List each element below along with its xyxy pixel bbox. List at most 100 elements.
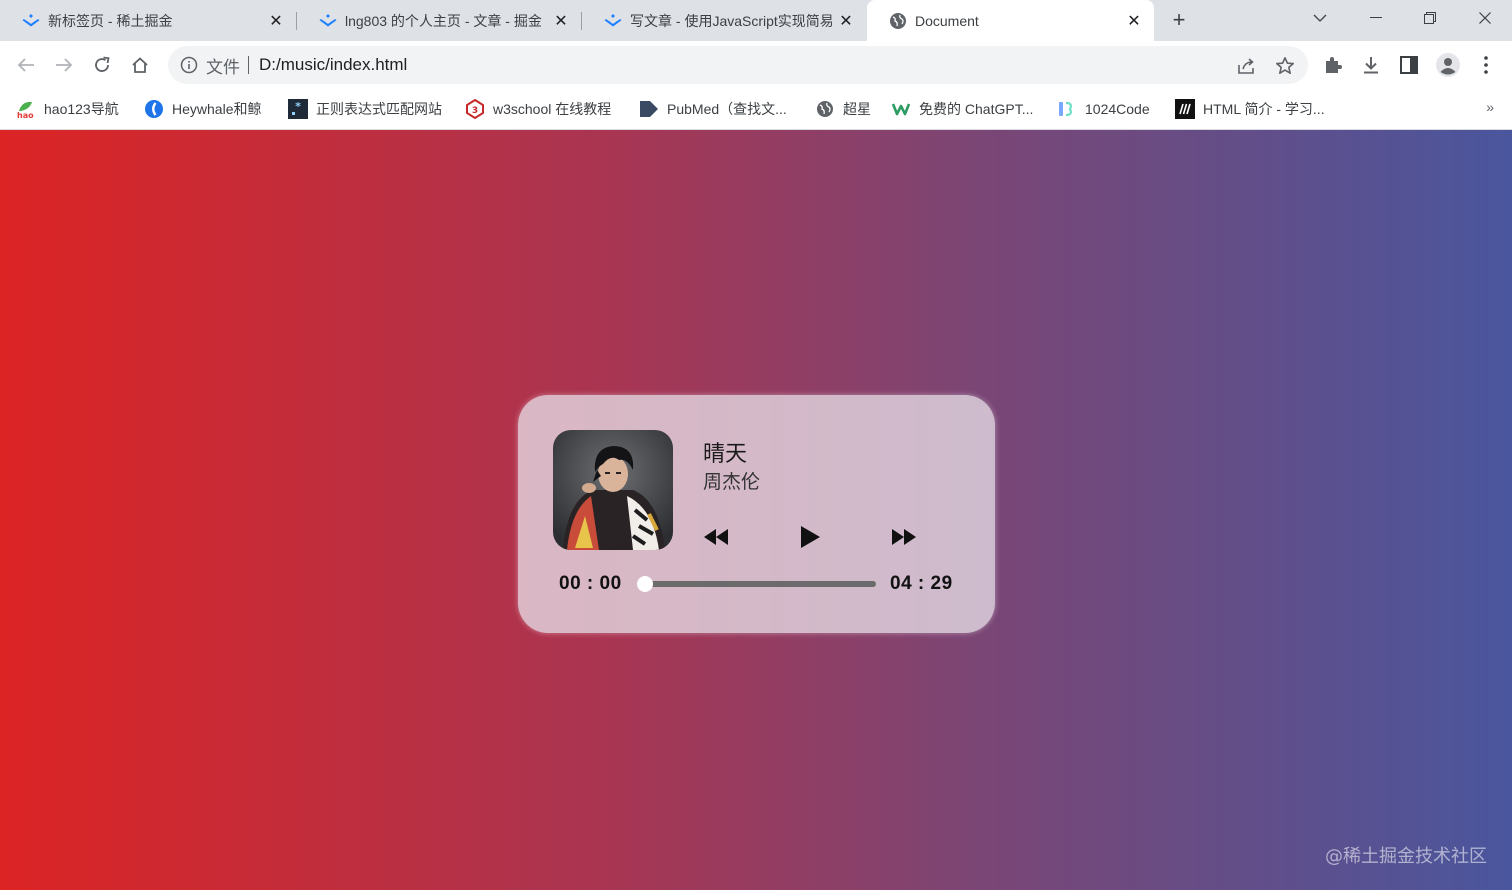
mdn-icon [1175,99,1195,119]
tab-title: Document [915,12,979,29]
back-button[interactable] [14,53,38,77]
tab-juejin-write[interactable]: 写文章 - 使用JavaScript实现简易 ✕ [582,0,866,41]
bookmark-label: PubMed（查找文... [667,101,787,117]
bookmark-pubmed[interactable]: PubMed（查找文... [639,98,787,120]
svg-text:3: 3 [472,106,478,116]
globe-icon [890,12,906,29]
more-vert-icon [1484,56,1488,74]
chatgpt-icon [891,99,911,119]
arrow-right-icon [56,58,73,72]
regex-icon: * [288,99,308,119]
puzzle-icon [1326,57,1342,73]
menu-button[interactable] [1474,53,1498,77]
tab-title: 写文章 - 使用JavaScript实现简易 [630,12,832,29]
bookmark-label: 免费的 ChatGPT... [919,101,1034,117]
code-icon [1057,99,1077,119]
home-icon [132,57,148,73]
restore-icon [1424,12,1436,24]
bookmark-1024code[interactable]: 1024Code [1057,98,1150,120]
download-icon [1364,57,1378,74]
home-button[interactable] [128,53,152,77]
svg-text:*: * [295,100,302,113]
bookmark-label: hao123导航 [44,101,119,117]
svg-text:hao: hao [17,111,34,119]
bookmark-regex[interactable]: * 正则表达式匹配网站 [288,98,442,120]
pubmed-icon [639,99,659,119]
bookmark-label: 1024Code [1085,101,1150,117]
juejin-logo-icon [22,13,40,26]
share-icon [1238,58,1254,74]
play-button[interactable] [795,522,825,552]
globe-icon [815,99,835,119]
bookmark-w3school[interactable]: 3 w3school 在线教程 [465,98,611,120]
tab-title: 新标签页 - 稀土掘金 [48,12,173,29]
watermark: @稀土掘金技术社区 [1325,846,1487,867]
forward-button[interactable] [52,53,76,77]
browser-toolbar: 文件 D:/music/index.html [0,41,1512,89]
url-text[interactable]: D:/music/index.html [259,55,407,75]
bookmark-label: HTML 简介 - 学习... [1203,101,1325,117]
info-icon[interactable] [180,56,198,74]
restore-button[interactable] [1410,0,1450,36]
star-icon [1276,57,1294,74]
song-artist: 周杰伦 [703,471,761,493]
minimize-icon [1370,17,1382,18]
close-icon[interactable]: ✕ [838,13,854,30]
bookmark-label: 超星 [843,101,871,117]
heywhale-icon [144,99,164,119]
url-scheme-label: 文件 [206,57,240,77]
reload-button[interactable] [90,53,114,77]
close-icon[interactable]: ✕ [553,13,569,30]
previous-track-button[interactable] [701,522,731,552]
hao123-icon: hao [16,99,36,119]
bookmark-mdn[interactable]: HTML 简介 - 学习... [1175,98,1325,120]
reload-icon [95,56,110,72]
bookmark-chaoxing[interactable]: 超星 [815,98,871,120]
address-bar[interactable]: 文件 D:/music/index.html [168,46,1308,84]
avatar-icon [1436,53,1460,77]
bookmark-heywhale[interactable]: Heywhale和鲸 [144,98,261,120]
album-cover-image [553,430,673,550]
bookmark-star-button[interactable] [1274,55,1296,77]
bookmark-label: 正则表达式匹配网站 [316,101,442,117]
current-time: 00 : 00 [559,573,622,594]
share-button[interactable] [1236,55,1258,77]
juejin-logo-icon [604,13,622,26]
rewind-icon [704,529,728,545]
w3school-icon: 3 [465,99,485,119]
bookmark-label: w3school 在线教程 [493,101,612,117]
downloads-button[interactable] [1359,53,1383,77]
profile-button[interactable] [1436,53,1460,77]
url-divider [248,56,249,74]
progress-handle[interactable] [637,576,653,592]
side-panel-button[interactable] [1397,53,1421,77]
tab-document[interactable]: Document ✕ [867,0,1154,41]
next-track-button[interactable] [889,522,919,552]
tab-juejin-newtab[interactable]: 新标签页 - 稀土掘金 ✕ [0,0,296,41]
bookmarks-overflow-button[interactable]: » [1486,99,1494,115]
arrow-left-icon [17,58,34,72]
bookmark-label: Heywhale和鲸 [172,101,262,117]
play-icon [801,526,820,548]
fast-forward-icon [892,529,916,545]
chevron-down-icon [1313,14,1327,22]
minimize-button[interactable] [1356,0,1396,36]
new-tab-button[interactable]: + [1167,8,1191,32]
tab-juejin-profile[interactable]: lng803 的个人主页 - 文章 - 掘金 ✕ [297,0,581,41]
bookmark-hao123[interactable]: hao hao123导航 [16,98,119,120]
extensions-button[interactable] [1321,53,1345,77]
progress-bar[interactable] [637,576,876,592]
bookmarks-bar: hao hao123导航 Heywhale和鲸 * 正则表达式匹配网站 3 w3… [0,89,1512,130]
close-window-button[interactable] [1465,0,1505,36]
tab-strip: 新标签页 - 稀土掘金 ✕ lng803 的个人主页 - 文章 - 掘金 ✕ 写… [0,0,1512,41]
song-title: 晴天 [703,442,748,467]
juejin-logo-icon [319,13,337,26]
tab-title: lng803 的个人主页 - 文章 - 掘金 [345,12,542,29]
page-viewport: 晴天 周杰伦 00 : 00 04 : 29 @稀土掘金技术社区 [0,130,1512,890]
bookmark-chatgpt[interactable]: 免费的 ChatGPT... [891,98,1033,120]
tab-search-button[interactable] [1300,0,1340,36]
close-icon[interactable]: ✕ [1126,13,1142,30]
close-icon[interactable]: ✕ [268,13,284,30]
total-time: 04 : 29 [890,573,953,594]
music-player-card: 晴天 周杰伦 00 : 00 04 : 29 [518,395,995,633]
